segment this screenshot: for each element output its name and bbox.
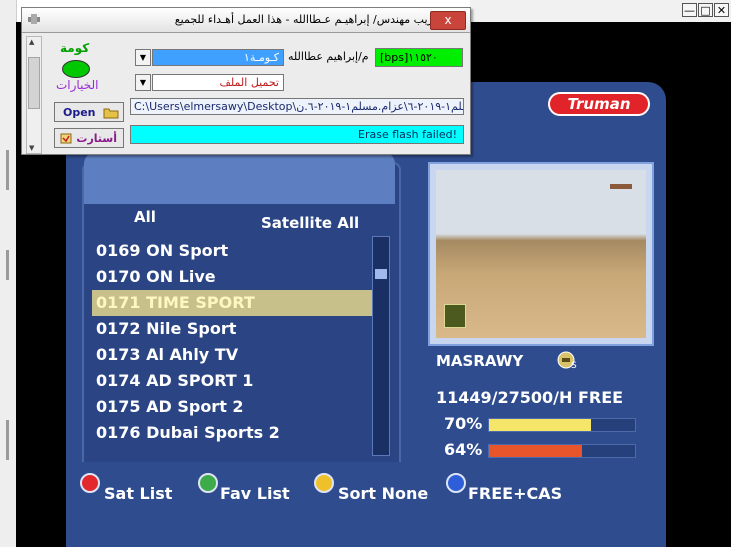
load-file-select[interactable]: تحميل الملف	[152, 74, 284, 91]
scroll-up-icon[interactable]: ▲	[29, 38, 34, 46]
channel-item[interactable]: 0169 ON Sport	[92, 238, 372, 264]
yellow-key-icon	[314, 473, 334, 493]
left-side-strip	[0, 0, 17, 547]
port-dropdown-button[interactable]: ▼	[135, 49, 151, 66]
dialog-scrollbar[interactable]: ▲ ▼	[26, 36, 42, 154]
signal-strength-percent: 70%	[444, 414, 483, 433]
port-select[interactable]: كـومـة١	[152, 49, 284, 66]
channel-list-header	[84, 152, 395, 204]
frequency-readout: 11449/27500/H FREE	[436, 388, 624, 407]
channel-item[interactable]: 0170 ON Live	[92, 264, 372, 290]
dialog-title-bar: تعريب مهندس/ إبراهيـم عـطاالله - هذا الع…	[22, 8, 470, 33]
channel-item[interactable]: 0172 Nile Sport	[92, 316, 372, 342]
dialog-scroll-thumb[interactable]	[28, 57, 40, 109]
channel-item-selected[interactable]: 0171 TIME SPORT	[92, 290, 372, 316]
preview-channel-logo	[610, 184, 632, 189]
red-key-icon	[80, 473, 100, 493]
preview-badge-icon	[444, 304, 466, 328]
open-label: Open	[63, 106, 96, 119]
signal-strength-fill	[489, 419, 592, 431]
left-strip-line	[6, 420, 9, 460]
signal-quality-fill	[489, 445, 583, 457]
left-strip-line	[6, 250, 9, 280]
svg-text:S: S	[571, 361, 577, 371]
scroll-down-icon[interactable]: ▼	[29, 144, 34, 152]
left-strip-line	[6, 150, 9, 190]
dialog-title: تعريب مهندس/ إبراهيـم عـطاالله - هذا الع…	[174, 13, 442, 26]
tab-satellite-all[interactable]: Satellite All	[261, 214, 359, 232]
green-key-icon	[198, 473, 218, 493]
preview-frame	[428, 162, 654, 346]
signal-quality-percent: 64%	[444, 440, 483, 459]
window-close-button[interactable]: ✕	[714, 3, 729, 17]
outer-title-bar: — □ ✕	[470, 0, 731, 23]
channel-item[interactable]: 0176 Dubai Sports 2	[92, 420, 372, 446]
baud-rate-field[interactable]: [bps]١١٥٢٠	[375, 48, 463, 67]
status-indicator-icon	[62, 60, 90, 78]
channel-item[interactable]: 0173 Al Ahly TV	[92, 342, 372, 368]
fav-list-button[interactable]: Fav List	[220, 484, 290, 503]
channel-item[interactable]: 0174 AD SPORT 1	[92, 368, 372, 394]
load-dropdown-button[interactable]: ▼	[135, 74, 151, 91]
outer-window: — □ ✕ Truman All Satellite All 0169 ON S…	[0, 0, 731, 547]
sat-list-button[interactable]: Sat List	[104, 484, 172, 503]
app-icon	[28, 14, 40, 24]
channel-list-scrollbar[interactable]	[372, 236, 390, 456]
open-button[interactable]: Open	[54, 102, 124, 122]
channel-list-scroll-thumb[interactable]	[375, 269, 387, 279]
channel-info-name: MASRAWY	[436, 352, 524, 370]
free-cas-button[interactable]: FREE+CAS	[468, 484, 562, 503]
maximize-button[interactable]: □	[698, 3, 713, 17]
restart-button[interactable]: أستارت	[54, 128, 124, 148]
restart-label: أستارت	[76, 132, 117, 145]
sort-none-button[interactable]: Sort None	[338, 484, 428, 503]
tab-all[interactable]: All	[134, 208, 156, 226]
status-label: كومة	[60, 41, 90, 55]
folder-icon	[103, 108, 119, 119]
options-label: الخيارات	[56, 78, 99, 92]
blue-key-icon	[446, 473, 466, 493]
satellite-icon: S	[557, 351, 577, 371]
channel-item[interactable]: 0175 AD Sport 2	[92, 394, 372, 420]
file-path-field[interactable]: C:\Users\elmersawy\Desktop\عزام.مسلم١-٢٠…	[130, 98, 464, 115]
author-label: م/إبراهيم عطاالله	[288, 50, 369, 63]
preview-video-image	[436, 170, 646, 338]
signal-quality-bar	[488, 444, 636, 458]
minimize-button[interactable]: —	[682, 3, 697, 17]
restart-icon	[60, 133, 72, 144]
flash-tool-dialog: تعريب مهندس/ إبراهيـم عـطاالله - هذا الع…	[21, 7, 471, 155]
status-log-field: Erase flash failed!	[130, 125, 464, 144]
function-key-bar	[66, 462, 666, 547]
dialog-close-button[interactable]: x	[430, 11, 466, 30]
channel-list: 0169 ON Sport 0170 ON Live 0171 TIME SPO…	[92, 238, 372, 446]
brand-logo: Truman	[548, 92, 650, 116]
signal-strength-bar	[488, 418, 636, 432]
